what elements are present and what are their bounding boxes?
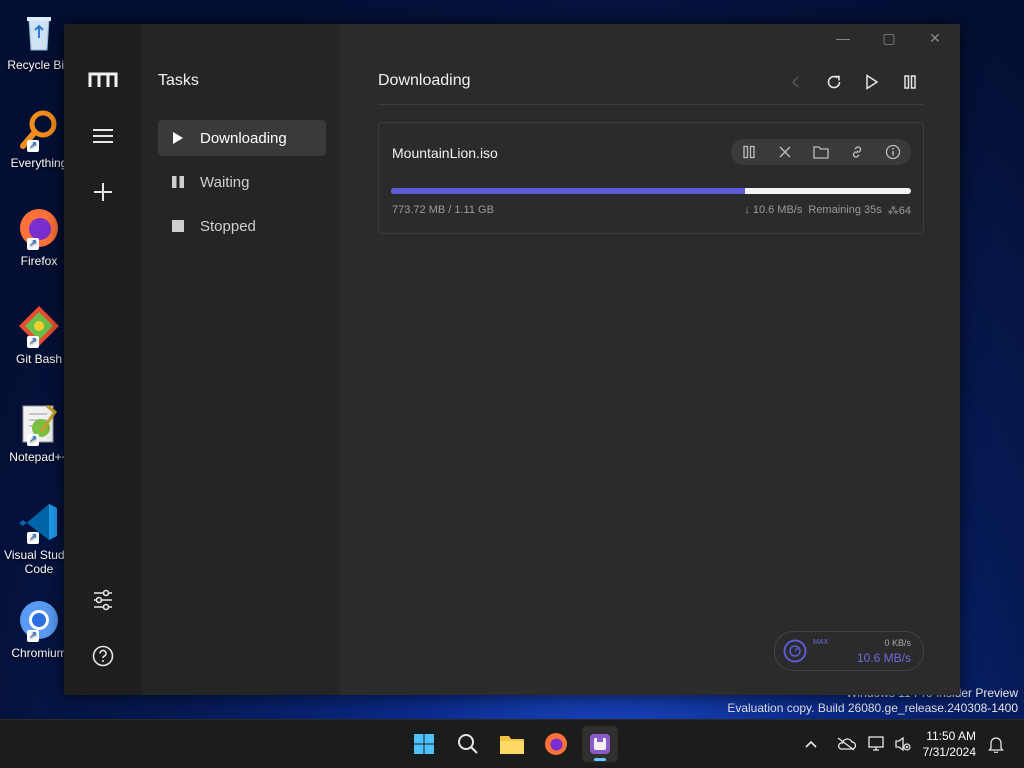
tray-volume[interactable] [894,720,912,768]
network-icon [868,736,884,751]
sidebar-item-downloading[interactable]: Downloading [158,120,326,156]
remaining-time: Remaining 35s [808,204,882,216]
firefox-icon [545,733,567,755]
minimize-button[interactable]: — [828,30,858,48]
taskbar-search-button[interactable] [450,726,486,762]
download-speed-value: 10.6 MB/s [752,204,803,216]
pause-icon [743,145,755,159]
play-icon [170,130,186,146]
task-size: 773.72 MB / 1.11 GB [392,204,494,216]
chevron-left-icon [791,76,799,88]
task-toolbar [782,68,924,96]
search-icon [458,734,478,754]
download-speed-total: 10.6 MB/s [856,651,911,665]
bell-icon [988,737,1004,753]
task-sidebar: Tasks Downloading Waiting Stopped [142,24,340,695]
close-icon [779,146,791,158]
notifications-button[interactable] [988,720,1004,768]
app-logo-icon[interactable] [85,62,121,98]
info-icon [885,144,901,160]
upload-speed: 0 KB/s [884,638,911,648]
firefox-icon: ↗ [17,206,61,250]
task-name: MountainLion.iso [392,145,498,161]
arrow-down-icon: ↓ [744,204,750,216]
refresh-button[interactable] [820,68,848,96]
tray-overflow-button[interactable] [804,720,818,768]
task-open-folder-button[interactable] [811,142,831,162]
link-icon [852,146,862,158]
taskbar: 11:50 AM 7/31/2024 [0,719,1024,768]
notepad-plus-plus-icon: ↗ [17,402,61,446]
watermark-line-2: Evaluation copy. Build 26080.ge_release.… [727,701,1018,715]
sidebar-item-label: Stopped [200,217,256,235]
taskbar-file-explorer[interactable] [494,726,530,762]
windows-logo-icon [414,734,434,754]
tray-network[interactable] [868,720,886,768]
recycle-bin-icon [17,10,61,54]
git-bash-icon: ↗ [17,304,61,348]
nav-rail [64,24,142,695]
play-icon [866,74,879,90]
connections-value: 64 [898,205,911,217]
resume-all-button[interactable] [858,68,886,96]
task-delete-button[interactable] [775,142,795,162]
help-icon[interactable] [85,638,121,674]
clock-date: 7/31/2024 [922,745,976,759]
maximize-button[interactable]: ▢ [874,30,904,48]
sidebar-item-waiting[interactable]: Waiting [158,164,326,200]
motrix-window: Tasks Downloading Waiting Stopped — ▢ ✕ … [64,24,960,695]
header-divider [378,104,924,105]
task-progress-fill [391,188,745,194]
sidebar-item-label: Waiting [200,173,250,191]
task-actions [731,139,911,165]
stop-icon [170,218,186,234]
pause-all-button[interactable] [896,68,924,96]
taskbar-firefox[interactable] [538,726,574,762]
sidebar-item-label: Downloading [200,129,287,147]
page-title: Downloading [378,72,471,89]
volume-muted-icon [895,736,911,752]
speedometer-gauge-icon [783,639,807,663]
speedometer[interactable]: MAX 0 KB/s 10.6 MB/s [774,631,924,671]
motrix-app-icon [590,734,610,754]
nav-back-button[interactable] [782,68,810,96]
speedometer-max-label: MAX [813,639,829,646]
chromium-icon: ↗ [17,598,61,642]
taskbar-motrix[interactable] [582,726,618,762]
vscode-icon: ↗ [17,500,61,544]
add-task-icon[interactable] [85,174,121,210]
folder-icon [813,146,829,159]
refresh-icon [827,75,841,89]
task-copy-link-button[interactable] [847,142,867,162]
chevron-up-icon [805,740,817,748]
tray-onedrive[interactable] [836,720,856,768]
menu-icon[interactable] [85,118,121,154]
task-progress-bar [391,188,911,194]
start-button[interactable] [406,726,442,762]
connections-icon: ⁂ [887,205,899,217]
preferences-icon[interactable] [85,582,121,618]
task-pause-button[interactable] [739,142,759,162]
download-speed: ↓ 10.6 MB/s [744,204,802,217]
taskbar-clock[interactable]: 11:50 AM 7/31/2024 [923,728,976,760]
task-item[interactable]: MountainLion.iso 773.72 MB / 1.11 GB ↓ 1… [378,122,924,234]
sidebar-item-stopped[interactable]: Stopped [158,208,326,244]
connections: ⁂64 [888,204,911,217]
pause-icon [904,75,916,89]
task-stats: ↓ 10.6 MB/s Remaining 35s ⁂64 [744,204,911,217]
sidebar-title: Tasks [158,72,199,89]
pause-icon [170,174,186,190]
everything-icon: ↗ [17,108,61,152]
folder-icon [500,736,524,754]
clock-time: 11:50 AM [926,729,976,743]
close-window-button[interactable]: ✕ [920,30,950,48]
main-panel: — ▢ ✕ Downloading MountainLion.iso 773.7… [340,24,960,695]
cloud-off-icon [837,737,856,751]
task-info-button[interactable] [883,142,903,162]
